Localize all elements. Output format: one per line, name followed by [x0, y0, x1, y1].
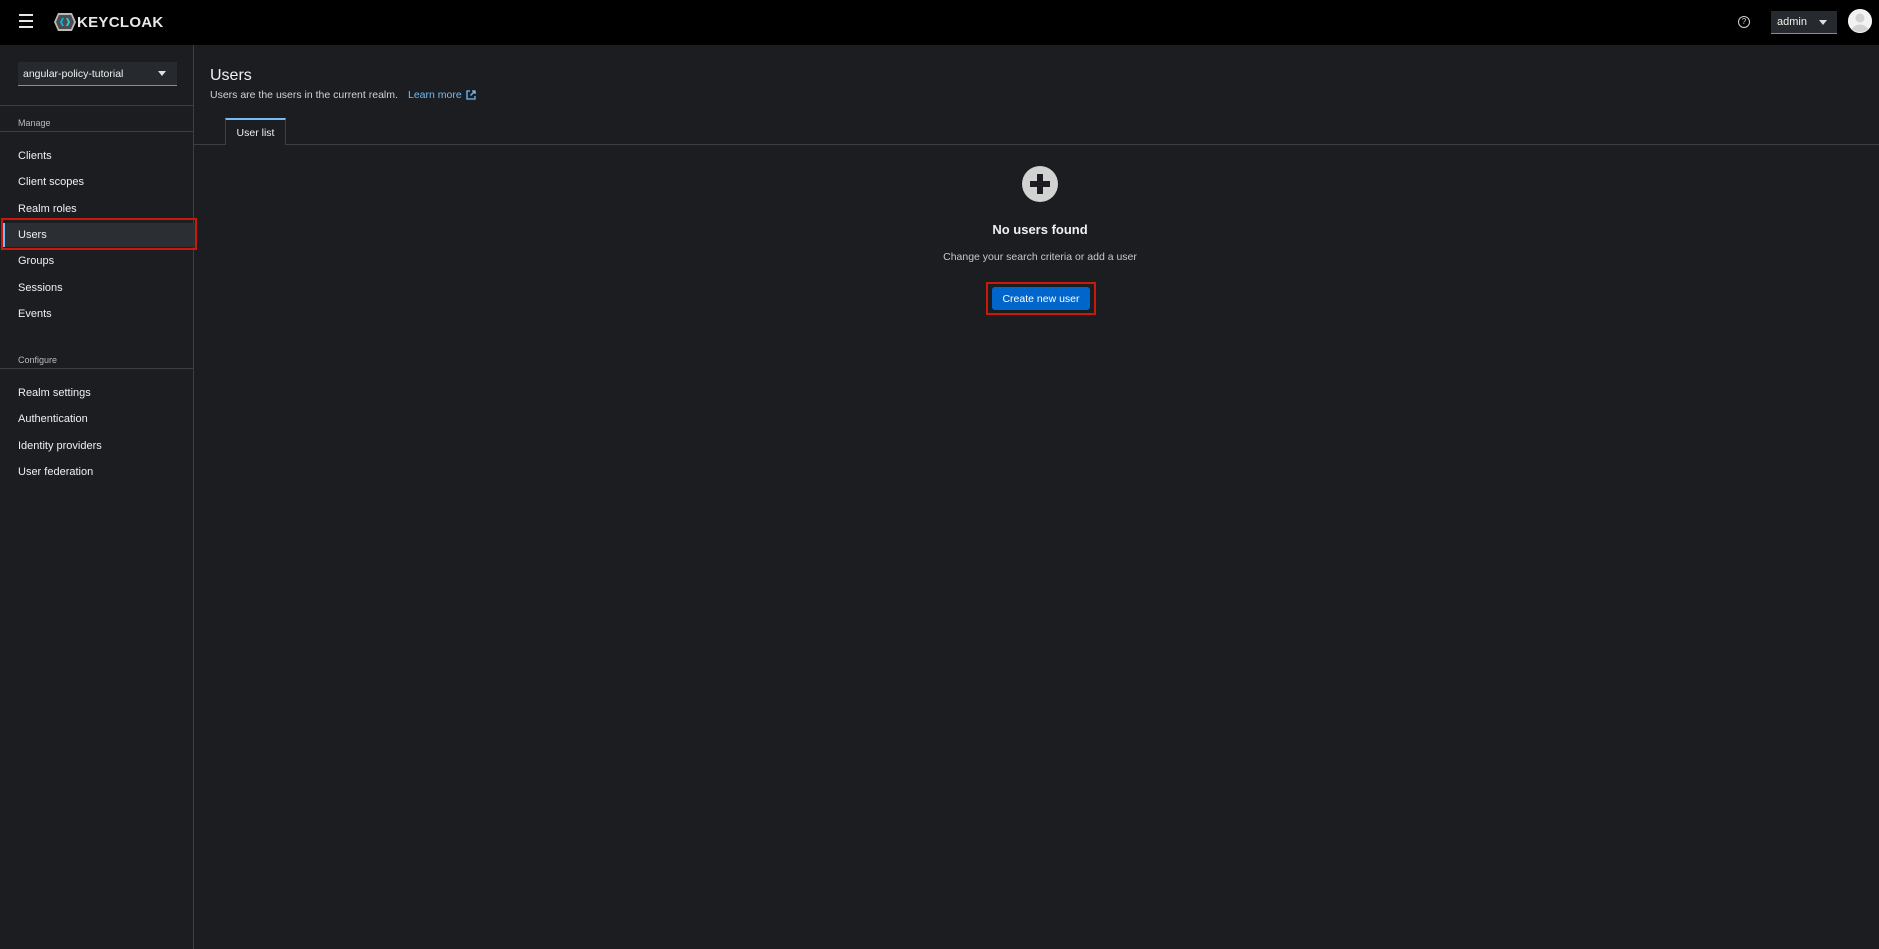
- divider: [0, 368, 194, 369]
- brand-logo[interactable]: KEYCLOAK: [53, 12, 164, 32]
- page-description: Users are the users in the current realm…: [210, 89, 398, 101]
- empty-state-body: Change your search criteria or add a use…: [943, 251, 1137, 263]
- masthead: KEYCLOAK ? admin: [0, 0, 1879, 45]
- nav-item-sessions[interactable]: Sessions: [2, 276, 196, 300]
- caret-down-icon: [158, 71, 166, 76]
- nav-item-clients[interactable]: Clients: [2, 144, 196, 168]
- divider: [0, 105, 194, 106]
- nav-section-title-manage: Manage: [18, 118, 51, 128]
- external-link-icon: [466, 90, 476, 100]
- realm-selector[interactable]: angular-policy-tutorial: [18, 62, 177, 86]
- empty-state-title: No users found: [992, 222, 1088, 237]
- divider: [0, 131, 194, 132]
- keycloak-logo-icon: [54, 13, 76, 31]
- user-menu-label: admin: [1777, 16, 1807, 28]
- tabs-underline: [194, 144, 1879, 145]
- help-icon[interactable]: ?: [1738, 16, 1750, 28]
- hamburger-icon[interactable]: [19, 14, 33, 28]
- learn-more-link[interactable]: Learn more: [408, 89, 476, 101]
- nav-item-identity-providers[interactable]: Identity providers: [2, 434, 196, 458]
- add-circle-icon: [1022, 166, 1058, 202]
- realm-selector-label: angular-policy-tutorial: [23, 67, 124, 80]
- user-avatar-icon[interactable]: [1848, 9, 1872, 33]
- learn-more-label: Learn more: [408, 89, 462, 101]
- avatar-silhouette-icon: [1848, 9, 1872, 33]
- nav-item-realm-roles[interactable]: Realm roles: [2, 197, 196, 221]
- nav-item-users[interactable]: Users: [2, 223, 196, 247]
- nav-item-user-federation[interactable]: User federation: [2, 460, 196, 484]
- app-root: KEYCLOAK ? admin angular-policy-tutorial…: [0, 0, 1879, 949]
- create-new-user-button[interactable]: Create new user: [992, 287, 1090, 310]
- nav-item-authentication[interactable]: Authentication: [2, 407, 196, 431]
- page-title: Users: [210, 67, 252, 84]
- nav-item-events[interactable]: Events: [2, 302, 196, 326]
- nav-item-realm-settings[interactable]: Realm settings: [2, 381, 196, 405]
- sidebar: angular-policy-tutorial Manage Clients C…: [0, 45, 196, 949]
- nav-item-client-scopes[interactable]: Client scopes: [2, 170, 196, 194]
- nav-item-groups[interactable]: Groups: [2, 249, 196, 273]
- tab-user-list[interactable]: User list: [225, 118, 286, 145]
- nav-section-title-configure: Configure: [18, 355, 58, 365]
- brand-name: KEYCLOAK: [77, 13, 164, 31]
- user-menu-dropdown[interactable]: admin: [1771, 11, 1837, 34]
- caret-down-icon: [1819, 20, 1827, 25]
